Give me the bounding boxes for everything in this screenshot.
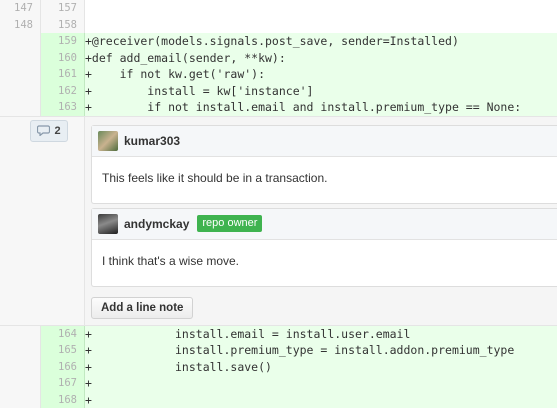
diff-line: 161 + if not kw.get('raw'): <box>0 66 557 83</box>
diff-line: 164 + install.email = install.user.email <box>0 325 557 342</box>
comment-body: I think that's a wise move. <box>102 253 240 268</box>
old-line-number[interactable] <box>0 375 41 392</box>
comment-gutter: 2 <box>0 116 85 325</box>
comment-header: kumar303 <box>92 125 557 157</box>
new-line-number[interactable]: 167 <box>41 375 85 392</box>
avatar[interactable] <box>98 213 118 234</box>
code-line: + if not kw.get('raw'): <box>85 66 557 83</box>
old-line-number[interactable] <box>0 49 41 66</box>
diff-line: 148 158 <box>0 16 557 33</box>
old-line-number[interactable] <box>0 33 41 50</box>
new-line-number[interactable]: 158 <box>41 16 85 33</box>
old-line-number[interactable]: 147 <box>0 0 41 17</box>
comment-author[interactable]: kumar303 <box>124 134 180 148</box>
new-line-number[interactable]: 160 <box>41 49 85 66</box>
diff-line: 163 + if not install.email and install.pr… <box>0 99 557 116</box>
diff-line: 162 + install = kw['instance'] <box>0 82 557 99</box>
diff-lines-bottom: 164 + install.email = install.user.email 1… <box>0 325 557 408</box>
new-line-number[interactable]: 163 <box>41 99 85 116</box>
comment-count-button[interactable]: 2 <box>30 119 68 142</box>
code-line <box>85 16 557 33</box>
comment-thread: kumar303 This feels like it should be in… <box>85 116 557 325</box>
comment-author[interactable]: andymckay <box>124 217 189 231</box>
old-line-number[interactable] <box>0 66 41 83</box>
old-line-number[interactable]: 148 <box>0 16 41 33</box>
code-line: + <box>85 375 557 392</box>
diff-line: 159 +@receiver(models.signals.post_save, … <box>0 33 557 50</box>
diff-lines-top: 147 157 148 158 159 +@receiver(models.signals… <box>0 0 557 116</box>
code-line: + install.email = install.user.email <box>85 325 557 342</box>
diff-line: 166 + install.save() <box>0 358 557 375</box>
diff-line: 167 + <box>0 375 557 392</box>
comment-body: This feels like it should be in a transa… <box>102 170 328 185</box>
code-line: + install.save() <box>85 358 557 375</box>
old-line-number[interactable] <box>0 99 41 116</box>
diff-line: 160 +def add_email(sender, **kw): <box>0 49 557 66</box>
diff-line: 165 + install.premium_type = install.addo… <box>0 342 557 359</box>
code-line: +def add_email(sender, **kw): <box>85 49 557 66</box>
code-line <box>85 0 557 17</box>
new-line-number[interactable]: 164 <box>41 325 85 342</box>
old-line-number[interactable] <box>0 82 41 99</box>
old-line-number[interactable] <box>0 342 41 359</box>
comment-header: andymckay repo owner <box>92 208 557 240</box>
avatar[interactable] <box>98 130 118 151</box>
code-line: + install.premium_type = install.addon.p… <box>85 342 557 359</box>
inline-comment-row: 2 kumar303 This feels like it should be … <box>0 115 557 326</box>
repo-owner-badge: repo owner <box>197 215 263 232</box>
code-line: + <box>85 391 557 408</box>
new-line-number[interactable]: 168 <box>41 391 85 408</box>
comment: kumar303 This feels like it should be in… <box>91 124 557 204</box>
old-line-number[interactable] <box>0 391 41 408</box>
diff-line: 168 + <box>0 391 557 408</box>
code-line: + if not install.email and install.premi… <box>85 99 557 116</box>
new-line-number[interactable]: 166 <box>41 358 85 375</box>
comment-count: 2 <box>54 124 61 137</box>
new-line-number[interactable]: 162 <box>41 82 85 99</box>
speech-bubble-icon <box>37 125 51 136</box>
code-line: + install = kw['instance'] <box>85 82 557 99</box>
add-line-note-button[interactable]: Add a line note <box>91 296 194 319</box>
new-line-number[interactable]: 165 <box>41 342 85 359</box>
new-line-number[interactable]: 161 <box>41 66 85 83</box>
new-line-number[interactable]: 157 <box>41 0 85 17</box>
diff-line: 147 157 <box>0 0 557 17</box>
comment: andymckay repo owner I think that's a wi… <box>91 207 557 287</box>
old-line-number[interactable] <box>0 358 41 375</box>
old-line-number[interactable] <box>0 325 41 342</box>
code-line: +@receiver(models.signals.post_save, sen… <box>85 33 557 50</box>
new-line-number[interactable]: 159 <box>41 33 85 50</box>
diff-view: 147 157 148 158 159 +@receiver(models.signals… <box>0 0 557 408</box>
